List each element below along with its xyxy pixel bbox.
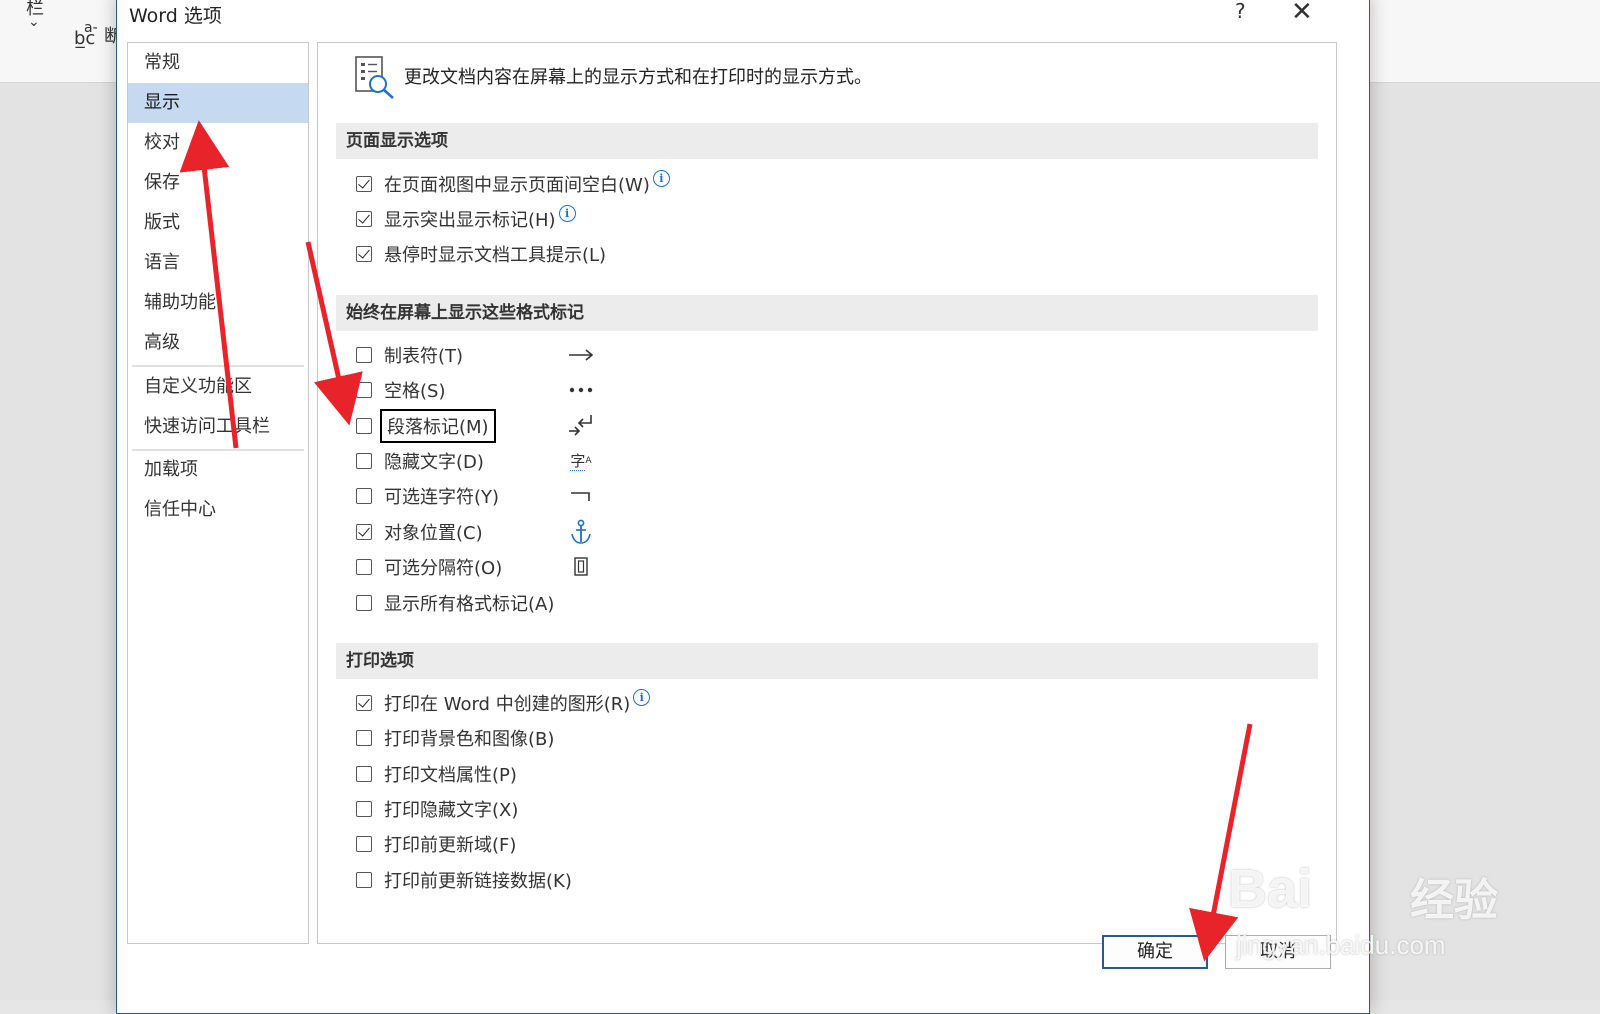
sidebar-item-general[interactable]: 常规 (128, 43, 308, 83)
checkbox-tab-characters[interactable] (356, 347, 372, 363)
hidden-text-glyph: 字 (570, 451, 586, 471)
checkbox-paragraph-marks[interactable] (356, 418, 372, 434)
checkbox-object-anchors[interactable] (356, 524, 372, 540)
checkbox-update-fields-before-print[interactable] (356, 836, 372, 852)
checkbox-show-whitespace[interactable] (356, 176, 372, 192)
option-label: 可选连字符(Y) (384, 487, 500, 508)
sidebar-item-trust-center[interactable]: 信任中心 (128, 490, 308, 530)
info-icon[interactable]: i (633, 688, 651, 706)
option-label: 在页面视图中显示页面间空白(W) (384, 175, 650, 196)
ok-button[interactable]: 确定 (1102, 935, 1208, 969)
option-row: 打印文档属性(P) (356, 759, 517, 789)
sidebar-item-accessibility[interactable]: 辅助功能 (128, 283, 308, 323)
option-row: 悬停时显示文档工具提示(L) (356, 239, 606, 269)
optional-break-icon (566, 552, 596, 582)
option-row: 打印前更新域(F) (356, 829, 516, 859)
option-row: 在页面视图中显示页面间空白(W) i (356, 169, 670, 199)
display-options-panel: 更改文档内容在屏幕上的显示方式和在打印时的显示方式。 页面显示选项 在页面视图中… (317, 42, 1337, 944)
checkbox-optional-breaks[interactable] (356, 559, 372, 575)
option-label: 可选分隔符(O) (384, 558, 503, 579)
help-button[interactable]: ? (1235, 0, 1246, 23)
option-label: 显示突出显示标记(H) (384, 210, 556, 231)
chevron-down-icon[interactable]: ⌄ (28, 14, 40, 30)
info-icon[interactable]: i (558, 204, 576, 222)
option-row: 打印隐藏文字(X) (356, 794, 518, 824)
section-print-options: 打印选项 (336, 643, 1318, 679)
anchor-icon (566, 517, 596, 547)
option-row: 打印前更新链接数据(K) (356, 865, 572, 895)
checkbox-show-all-formatting-marks[interactable] (356, 595, 372, 611)
display-settings-icon (355, 56, 394, 99)
sidebar-item-language[interactable]: 语言 (128, 243, 308, 283)
option-label: 打印前更新链接数据(K) (384, 871, 572, 892)
option-label: 制表符(T) (384, 346, 464, 367)
sidebar-item-typography[interactable]: 版式 (128, 203, 308, 243)
option-label: 打印隐藏文字(X) (384, 800, 519, 821)
info-icon[interactable]: i (652, 169, 670, 187)
option-label: 空格(S) (384, 381, 446, 402)
checkbox-print-hidden-text[interactable] (356, 801, 372, 817)
option-label: 段落标记(M) (380, 409, 496, 443)
close-button[interactable]: ✕ (1291, 0, 1313, 27)
option-label: 悬停时显示文档工具提示(L) (384, 245, 607, 266)
option-label: 对象位置(C) (384, 523, 483, 544)
option-row: 显示突出显示标记(H) i (356, 204, 576, 234)
watermark-brand: Bai (1228, 859, 1313, 919)
checkbox-update-linked-data-before-print[interactable] (356, 872, 372, 888)
option-row: 显示所有格式标记(A) (356, 588, 554, 618)
tab-arrow-icon (566, 340, 596, 370)
hidden-text-icon: 字A (570, 451, 592, 471)
option-row: 可选连字符(Y) (356, 481, 499, 511)
sidebar-item-quick-access-toolbar[interactable]: 快速访问工具栏 (128, 407, 308, 447)
option-row: 打印在 Word 中创建的图形(R) i (356, 688, 651, 718)
option-label: 打印背景色和图像(B) (384, 729, 555, 750)
checkbox-print-document-properties[interactable] (356, 766, 372, 782)
dialog-title: Word 选项 (129, 5, 222, 27)
option-row: 打印背景色和图像(B) (356, 723, 554, 753)
option-row: 制表符(T) (356, 340, 463, 370)
checkbox-spaces[interactable] (356, 382, 372, 398)
sidebar-item-display[interactable]: 显示 (128, 83, 308, 123)
option-row: 空格(S) (356, 375, 445, 405)
word-options-dialog: Word 选项 ? ✕ 常规 显示 校对 保存 版式 语言 辅助功能 高级 自定… (116, 0, 1370, 1014)
checkbox-hidden-text[interactable] (356, 453, 372, 469)
space-dots-icon (566, 375, 596, 405)
option-label: 打印前更新域(F) (384, 835, 517, 856)
sidebar-item-advanced[interactable]: 高级 (128, 323, 308, 363)
panel-description: 更改文档内容在屏幕上的显示方式和在打印时的显示方式。 (404, 67, 872, 88)
section-page-display-options: 页面显示选项 (336, 123, 1318, 159)
checkbox-show-highlighter-marks[interactable] (356, 211, 372, 227)
option-row: 可选分隔符(O) (356, 552, 502, 582)
options-sidebar: 常规 显示 校对 保存 版式 语言 辅助功能 高级 自定义功能区 快速访问工具栏… (127, 42, 309, 944)
ribbon-partial-text: b̲c (74, 28, 96, 49)
watermark-brand-cn: 经验 (1410, 875, 1498, 926)
optional-hyphen-icon (566, 481, 596, 511)
sidebar-item-customize-ribbon[interactable]: 自定义功能区 (128, 367, 308, 407)
checkbox-show-tooltips-on-hover[interactable] (356, 246, 372, 262)
sidebar-item-proofing[interactable]: 校对 (128, 123, 308, 163)
option-row: 段落标记(M) (356, 409, 496, 443)
option-label: 隐藏文字(D) (384, 452, 484, 473)
paragraph-mark-icon (566, 411, 596, 441)
checkbox-print-background[interactable] (356, 730, 372, 746)
checkbox-optional-hyphens[interactable] (356, 488, 372, 504)
option-label: 打印文档属性(P) (384, 765, 517, 786)
watermark-url: jingyan.baidu.com (1236, 930, 1446, 960)
option-row: 对象位置(C) (356, 517, 483, 547)
option-label: 显示所有格式标记(A) (384, 594, 555, 615)
checkbox-print-drawings[interactable] (356, 695, 372, 711)
option-label: 打印在 Word 中创建的图形(R) (384, 694, 631, 715)
sidebar-item-add-ins[interactable]: 加载项 (128, 450, 308, 490)
option-row: 隐藏文字(D) (356, 446, 484, 476)
sidebar-item-save[interactable]: 保存 (128, 163, 308, 203)
section-format-marks: 始终在屏幕上显示这些格式标记 (336, 295, 1318, 331)
